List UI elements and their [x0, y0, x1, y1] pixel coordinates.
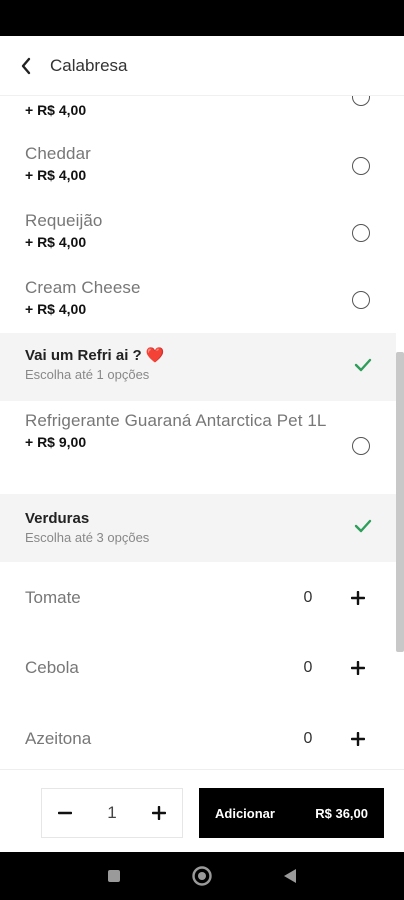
- add-button-label: Adicionar: [215, 805, 275, 821]
- quantity-stepper: 1: [41, 788, 183, 838]
- triangle-back-icon: [284, 869, 296, 883]
- radio-button[interactable]: [352, 291, 370, 309]
- plus-icon: [351, 661, 365, 675]
- option-name: Requeijão: [25, 211, 103, 230]
- plus-icon: [351, 591, 365, 605]
- option-price: + R$ 4,00: [25, 234, 87, 250]
- recents-button[interactable]: [102, 864, 126, 888]
- group-subtitle: Escolha até 1 opções: [25, 367, 150, 382]
- add-to-cart-button[interactable]: Adicionar R$ 36,00: [199, 788, 384, 838]
- quantity-item-azeitona: Azeitona 0: [0, 704, 396, 769]
- radio-button[interactable]: [352, 157, 370, 175]
- option-name: Refrigerante Guaraná Antarctica Pet 1L: [25, 411, 327, 430]
- status-bar: [0, 0, 404, 36]
- plus-icon: [351, 732, 365, 746]
- option-name: Cheddar: [25, 144, 91, 163]
- increment-button[interactable]: [346, 727, 370, 751]
- group-header-verduras[interactable]: Verduras Escolha até 3 opções: [0, 494, 396, 562]
- scrollbar-thumb[interactable]: [396, 352, 404, 652]
- home-button[interactable]: [190, 864, 214, 888]
- item-name: Cebola: [25, 658, 79, 677]
- decrement-button[interactable]: [42, 789, 88, 837]
- option-price: + R$ 4,00: [25, 167, 87, 183]
- radio-button[interactable]: [352, 437, 370, 455]
- group-title: Verduras: [25, 510, 90, 527]
- increment-button[interactable]: [346, 586, 370, 610]
- increment-button[interactable]: [346, 656, 370, 680]
- bottom-action-bar: 1 Adicionar R$ 36,00: [0, 769, 404, 852]
- circle-home-icon: [192, 866, 212, 886]
- add-button-total: R$ 36,00: [315, 805, 368, 821]
- item-quantity: 0: [303, 730, 313, 747]
- group-subtitle: Escolha até 3 opções: [25, 530, 150, 545]
- quantity-item-cebola: Cebola 0: [0, 633, 396, 703]
- radio-button[interactable]: [352, 224, 370, 242]
- option-item-partial[interactable]: + R$ 4,00: [0, 96, 396, 132]
- chevron-left-icon: [21, 57, 31, 74]
- square-icon: [108, 870, 120, 882]
- option-item-refrigerante[interactable]: Refrigerante Guaraná Antarctica Pet 1L +…: [0, 409, 396, 489]
- check-icon: [354, 519, 372, 533]
- plus-icon: [152, 806, 166, 820]
- check-icon: [354, 358, 372, 372]
- option-name: Cream Cheese: [25, 278, 141, 297]
- option-item-cheddar[interactable]: Cheddar + R$ 4,00: [0, 142, 396, 200]
- option-price: + R$ 4,00: [25, 102, 87, 118]
- increment-button[interactable]: [136, 789, 182, 837]
- item-quantity: 0: [303, 589, 313, 606]
- option-item-requeijao[interactable]: Requeijão + R$ 4,00: [0, 209, 396, 267]
- quantity-item-tomate: Tomate 0: [0, 563, 396, 633]
- minus-icon: [58, 811, 72, 815]
- item-name: Tomate: [25, 588, 81, 607]
- group-title: Vai um Refri ai ? ❤️: [25, 347, 165, 364]
- option-price: + R$ 4,00: [25, 301, 87, 317]
- system-navigation-bar: [0, 852, 404, 900]
- item-name: Azeitona: [25, 729, 92, 748]
- quantity-value: 1: [107, 803, 117, 822]
- back-nav-button[interactable]: [278, 864, 302, 888]
- page-title: Calabresa: [50, 55, 128, 75]
- options-list: + R$ 4,00 Cheddar + R$ 4,00 Requeijão + …: [0, 96, 404, 769]
- option-item-cream-cheese[interactable]: Cream Cheese + R$ 4,00: [0, 276, 396, 334]
- item-quantity: 0: [303, 659, 313, 676]
- app-header: Calabresa: [0, 36, 404, 96]
- option-price: + R$ 9,00: [25, 434, 87, 450]
- back-button[interactable]: [0, 36, 52, 96]
- radio-button[interactable]: [352, 96, 370, 106]
- group-header-refri[interactable]: Vai um Refri ai ? ❤️ Escolha até 1 opçõe…: [0, 333, 396, 401]
